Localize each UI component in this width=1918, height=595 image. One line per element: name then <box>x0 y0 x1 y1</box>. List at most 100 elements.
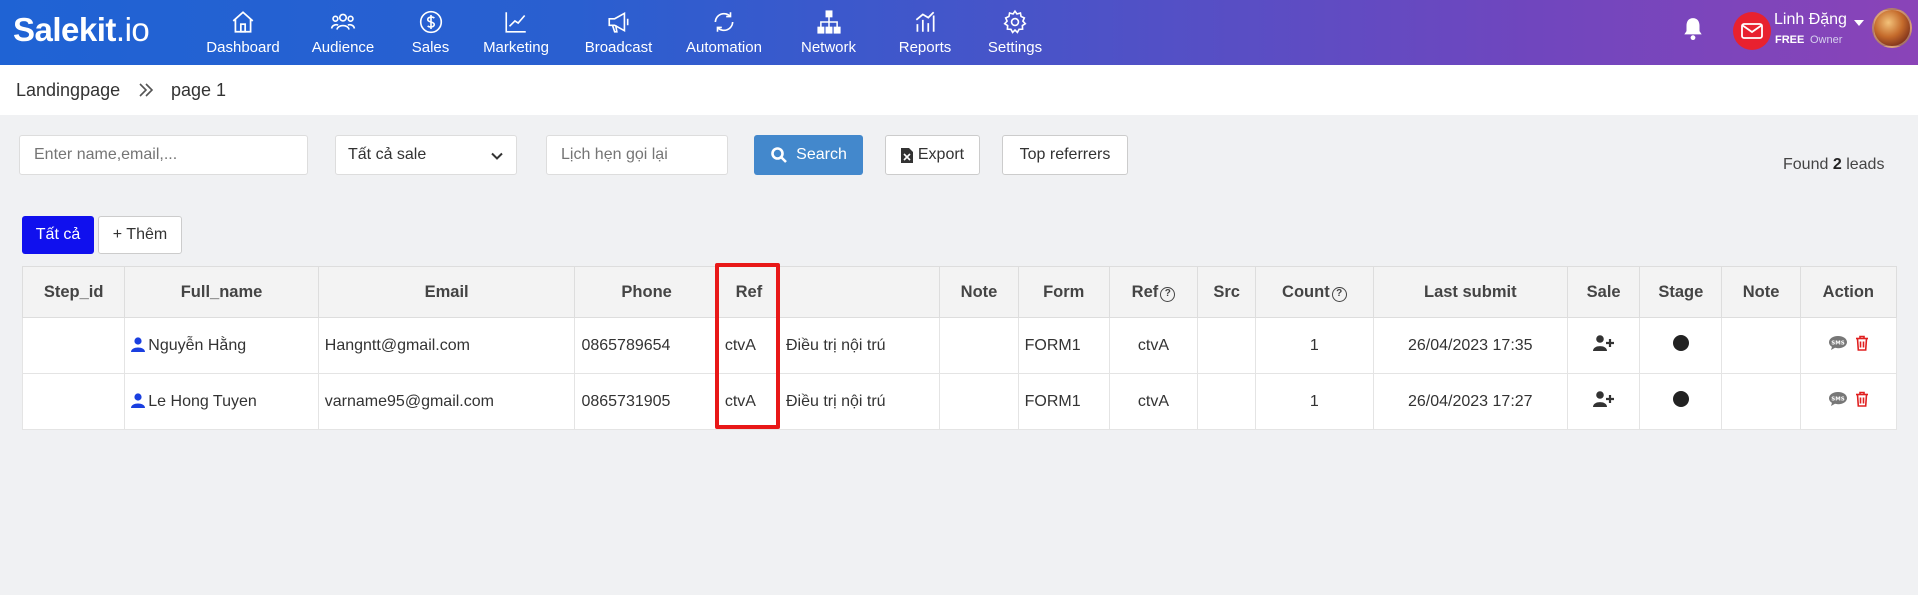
col-full-name: Full_name <box>124 266 319 318</box>
col-note-2: Note <box>1721 266 1801 318</box>
excel-file-icon <box>900 147 913 163</box>
cell-note-2 <box>1721 373 1801 430</box>
cell-full-name[interactable]: Le Hong Tuyen <box>124 373 319 430</box>
cell-form: FORM1 <box>1017 317 1110 374</box>
svg-text:SMS: SMS <box>1831 396 1844 402</box>
nav-audience[interactable]: Audience <box>291 0 395 65</box>
col-extra <box>778 266 941 318</box>
user-plus-icon[interactable] <box>1592 391 1615 407</box>
search-icon <box>771 147 788 163</box>
cell-note <box>939 317 1019 374</box>
trash-icon[interactable] <box>1855 335 1869 351</box>
stage-dot[interactable] <box>1672 391 1689 407</box>
cell-ref-2: ctvA <box>1108 373 1199 430</box>
cell-full-name[interactable]: Nguyễn Hằng <box>124 317 319 374</box>
user-plan: FREE <box>1775 34 1805 46</box>
col-sale: Sale <box>1567 266 1641 318</box>
svg-text:SMS: SMS <box>1831 340 1844 346</box>
brand-logo[interactable]: Salekit.io <box>13 11 150 49</box>
user-name[interactable]: Linh Đặng <box>1774 11 1847 29</box>
user-icon <box>131 392 146 408</box>
help-icon[interactable]: ? <box>1331 286 1347 302</box>
table-header-row: Step_id Full_name Email Phone Ref Note F… <box>21 266 1898 318</box>
col-ref-2-label: Ref <box>1131 282 1159 301</box>
full-name-text: Nguyễn Hằng <box>148 336 247 354</box>
user-plus-icon[interactable] <box>1592 335 1615 351</box>
cell-count: 1 <box>1255 317 1374 374</box>
callback-input[interactable] <box>546 135 728 175</box>
add-tab-button[interactable]: + Thêm <box>98 216 182 254</box>
col-step-id: Step_id <box>21 266 126 318</box>
chart-line-icon <box>505 12 526 33</box>
logo-suffix: .io <box>115 11 150 48</box>
breadcrumb: Landingpage page 1 <box>0 65 1918 115</box>
col-count-label: Count <box>1282 282 1330 301</box>
nav-sales[interactable]: Sales <box>395 0 466 65</box>
stage-dot[interactable] <box>1672 335 1689 351</box>
nav-label: Audience <box>311 39 375 56</box>
cell-action: SMS <box>1799 317 1898 374</box>
bell-icon[interactable] <box>1680 15 1706 43</box>
nav-marketing[interactable]: Marketing <box>466 0 566 65</box>
col-note: Note <box>939 266 1019 318</box>
found-suffix: leads <box>1846 156 1885 173</box>
trash-icon[interactable] <box>1855 391 1869 407</box>
cell-last-submit: 26/04/2023 17:27 <box>1372 373 1569 430</box>
mail-badge[interactable] <box>1733 12 1771 50</box>
nav-label: Reports <box>898 39 952 56</box>
col-action: Action <box>1799 266 1898 318</box>
user-icon <box>131 336 146 352</box>
col-stage: Stage <box>1639 266 1723 318</box>
cell-ref-2: ctvA <box>1108 317 1199 374</box>
cell-phone: 0865789654 <box>574 317 719 374</box>
nav-settings[interactable]: Settings <box>970 0 1060 65</box>
sale-select[interactable]: Tất cả sale <box>335 135 517 175</box>
top-referrers-button[interactable]: Top referrers <box>1002 135 1128 175</box>
tab-all[interactable]: Tất cả <box>22 216 94 254</box>
nav-broadcast[interactable]: Broadcast <box>566 0 671 65</box>
found-prefix: Found <box>1783 156 1829 173</box>
col-form: Form <box>1017 266 1110 318</box>
envelope-icon <box>1741 23 1763 39</box>
col-src: Src <box>1197 266 1257 318</box>
nav-network[interactable]: Network <box>777 0 880 65</box>
cell-form: FORM1 <box>1017 373 1110 430</box>
users-icon <box>330 13 356 30</box>
gear-icon <box>1003 9 1027 34</box>
cell-email: varname95@gmail.com <box>317 373 576 430</box>
help-icon[interactable]: ? <box>1160 286 1176 302</box>
nav-reports[interactable]: Reports <box>880 0 970 65</box>
search-button[interactable]: Search <box>754 135 863 175</box>
nav-dashboard[interactable]: Dashboard <box>195 0 291 65</box>
sms-icon[interactable]: SMS <box>1828 335 1848 351</box>
avatar[interactable] <box>1872 8 1912 48</box>
nav-label: Automation <box>686 39 762 56</box>
cell-ref: ctvA <box>717 373 780 430</box>
nav-label: Broadcast <box>584 39 653 56</box>
home-icon <box>232 11 254 33</box>
breadcrumb-root[interactable]: Landingpage <box>16 80 120 101</box>
search-button-label: Search <box>796 146 847 163</box>
cell-last-submit: 26/04/2023 17:35 <box>1372 317 1569 374</box>
found-count: Found 2 leads <box>1783 156 1884 174</box>
nav-automation[interactable]: Automation <box>671 0 777 65</box>
cell-sale <box>1567 317 1641 374</box>
export-button[interactable]: Export <box>885 135 980 175</box>
logo-text: Salekit <box>13 11 116 48</box>
cell-extra: Điều trị nội trú <box>778 373 941 430</box>
cell-count: 1 <box>1255 373 1374 430</box>
cell-src <box>1197 317 1257 374</box>
top-referrers-label: Top referrers <box>1019 146 1111 163</box>
bar-chart-icon <box>915 11 935 32</box>
cell-stage <box>1639 373 1723 430</box>
automation-icon <box>714 12 734 32</box>
user-role: Owner <box>1810 34 1843 46</box>
search-input[interactable] <box>19 135 308 175</box>
cell-phone: 0865731905 <box>574 373 719 430</box>
cell-action: SMS <box>1799 373 1898 430</box>
sms-icon[interactable]: SMS <box>1828 391 1848 407</box>
full-name-text: Le Hong Tuyen <box>148 392 257 410</box>
table-row: Le Hong Tuyen varname95@gmail.com 086573… <box>21 373 1898 430</box>
nav-label: Settings <box>987 39 1043 56</box>
chevron-down-icon[interactable] <box>1854 20 1864 26</box>
